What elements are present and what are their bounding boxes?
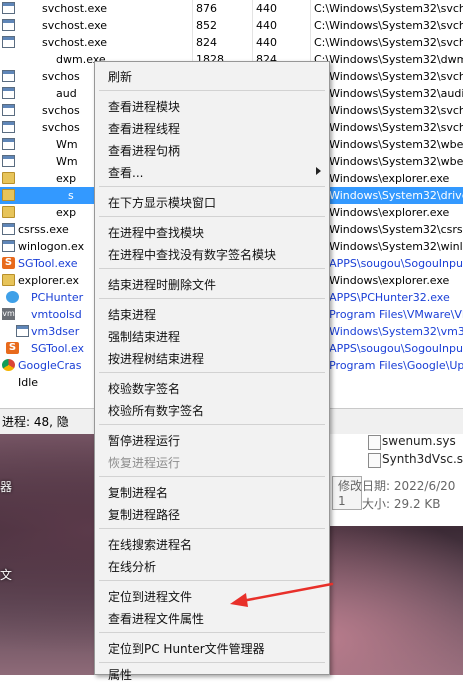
window-icon <box>2 70 15 82</box>
menu-separator <box>99 268 325 269</box>
menu-separator <box>99 476 325 477</box>
menu-separator <box>99 632 325 633</box>
pchunter-icon <box>6 291 19 303</box>
menu-item-verify-all-signatures[interactable]: 校验所有数字签名 <box>108 403 204 419</box>
window-icon <box>2 104 15 116</box>
folder-icon <box>2 189 15 201</box>
window-icon <box>2 138 15 150</box>
menu-item-search-online[interactable]: 在线搜索进程名 <box>108 537 192 553</box>
menu-item-view-handles[interactable]: 查看进程句柄 <box>108 143 180 159</box>
file-item[interactable]: swenum.sys <box>382 434 456 448</box>
process-count-label: 进程: 48, 隐 <box>2 415 69 429</box>
file-size-label: 大小: 29.2 KB <box>362 497 441 511</box>
vmware-icon: vm <box>2 308 15 320</box>
menu-item-locate-file[interactable]: 定位到进程文件 <box>108 589 192 605</box>
table-row[interactable]: svchost.exe 876 440 C:\Windows\System32\svc… <box>0 0 463 17</box>
menu-item-find-unsigned-module[interactable]: 在进程中查找没有数字签名模块 <box>108 247 276 263</box>
menu-item-show-module-window[interactable]: 在下方显示模块窗口 <box>108 195 216 211</box>
menu-item-suspend[interactable]: 暂停进程运行 <box>108 433 180 449</box>
menu-separator <box>99 528 325 529</box>
table-row[interactable]: svchost.exe 824 440 C:\Windows\System32\svc… <box>0 34 463 51</box>
sogou-s-icon: S <box>2 257 15 269</box>
menu-item-resume: 恢复进程运行 <box>108 456 181 470</box>
menu-item-analyze-online[interactable]: 在线分析 <box>108 559 156 575</box>
window-icon <box>2 19 15 31</box>
file-icon <box>368 435 381 450</box>
folder-icon <box>2 274 15 286</box>
window-icon <box>2 36 15 48</box>
menu-item-locate-in-file-manager[interactable]: 定位到PC Hunter文件管理器 <box>108 641 265 657</box>
menu-separator <box>99 372 325 373</box>
window-icon <box>2 87 15 99</box>
desktop-icon-label[interactable]: 文 <box>0 566 12 583</box>
folder-icon <box>2 172 15 184</box>
menu-separator <box>99 216 325 217</box>
menu-separator <box>99 424 325 425</box>
folder-icon <box>2 206 15 218</box>
window-icon <box>2 223 15 235</box>
window-icon <box>2 2 15 14</box>
window-icon <box>2 121 15 133</box>
desktop-icon-label[interactable]: 器 <box>0 478 12 495</box>
file-icon <box>368 453 381 468</box>
menu-item-copy-name[interactable]: 复制进程名 <box>108 485 168 501</box>
menu-item-kill-tree[interactable]: 按进程树结束进程 <box>108 351 204 367</box>
submenu-arrow-icon <box>316 167 321 175</box>
explorer-window: swenum.sys Synth3dVsc.sys 修改日期: 2022/6/2… <box>330 434 463 526</box>
file-item[interactable]: Synth3dVsc.sys <box>382 452 463 466</box>
menu-item-copy-path[interactable]: 复制进程路径 <box>108 507 180 523</box>
menu-item-view-more[interactable]: 查看... <box>108 165 143 181</box>
menu-separator <box>99 90 325 91</box>
menu-item-view-modules[interactable]: 查看进程模块 <box>108 99 180 115</box>
annotation-arrow-icon <box>230 582 334 607</box>
table-row[interactable]: svchost.exe 852 440 C:\Windows\System32\svc… <box>0 17 463 34</box>
window-icon <box>16 325 29 337</box>
menu-item-refresh[interactable]: 刷新 <box>108 69 132 85</box>
menu-separator <box>99 298 325 299</box>
menu-item-force-kill[interactable]: 强制结束进程 <box>108 329 180 345</box>
menu-item-view-threads[interactable]: 查看进程线程 <box>108 121 180 137</box>
menu-separator <box>99 662 325 663</box>
menu-item-file-properties[interactable]: 查看进程文件属性 <box>108 611 204 627</box>
window-icon <box>2 155 15 167</box>
menu-item-kill-process[interactable]: 结束进程 <box>108 307 156 323</box>
menu-separator <box>99 186 325 187</box>
google-icon <box>2 359 15 371</box>
menu-item-verify-signature[interactable]: 校验数字签名 <box>108 381 180 397</box>
menu-item-properties[interactable]: 属性 <box>108 667 132 683</box>
window-icon <box>2 240 15 252</box>
menu-item-delete-on-kill[interactable]: 结束进程时删除文件 <box>108 277 216 293</box>
sogou-s-icon: S <box>6 342 19 354</box>
menu-item-find-module[interactable]: 在进程中查找模块 <box>108 225 204 241</box>
